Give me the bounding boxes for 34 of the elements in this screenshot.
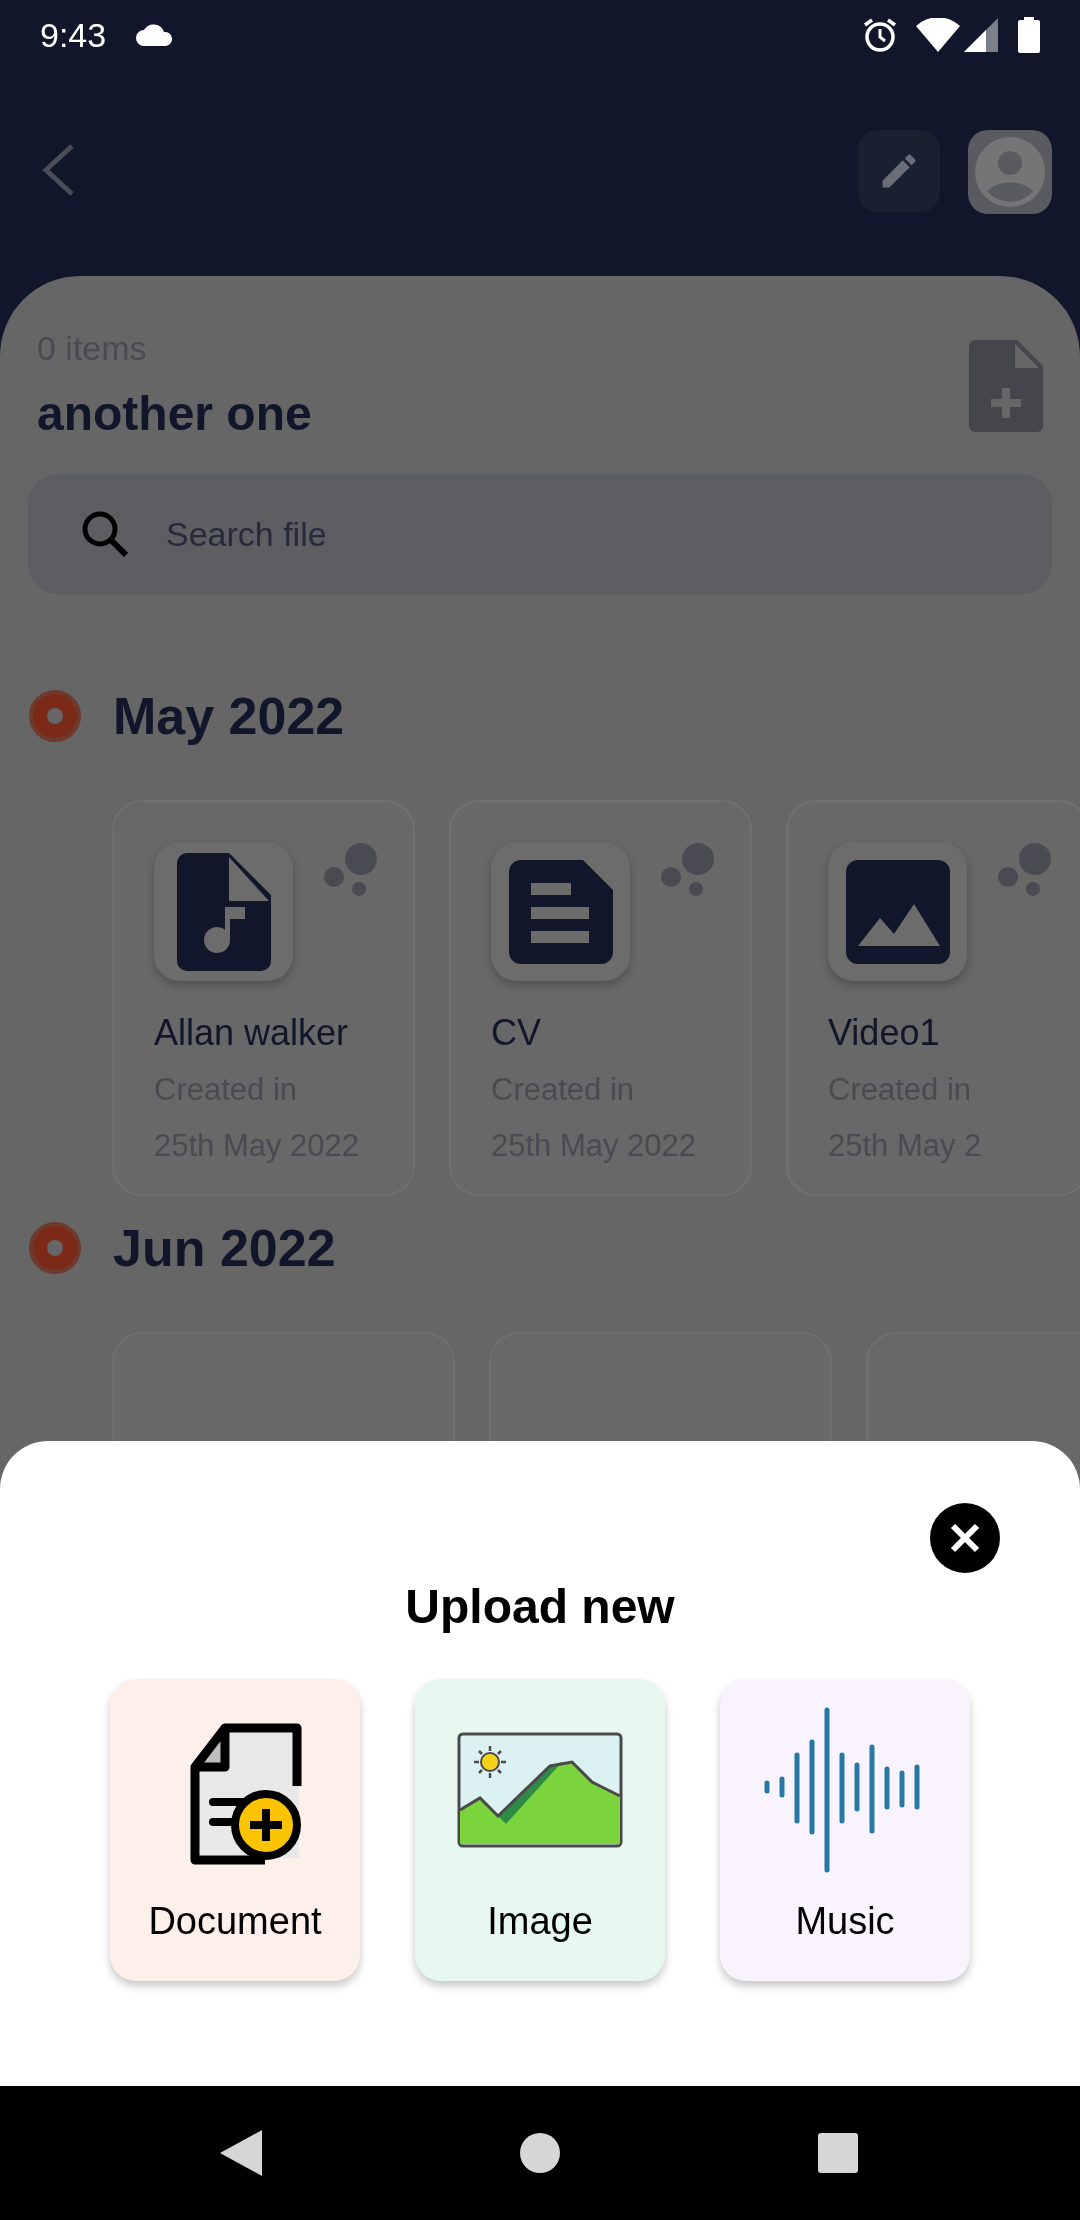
edit-button[interactable] bbox=[858, 130, 940, 212]
file-name: Allan walker bbox=[154, 1011, 350, 1055]
battery-icon bbox=[1018, 17, 1040, 53]
music-file-icon bbox=[176, 852, 271, 971]
upload-option-button[interactable]: Image bbox=[415, 1679, 665, 1981]
timeline-dot-icon bbox=[27, 1220, 83, 1276]
wifi-icon bbox=[916, 18, 960, 52]
month-heading: Jun 2022 bbox=[113, 1218, 336, 1279]
search-icon bbox=[80, 509, 130, 559]
more-dots-icon[interactable] bbox=[323, 842, 379, 898]
landscape-image-icon bbox=[457, 1732, 623, 1848]
more-dots-icon[interactable] bbox=[660, 842, 716, 898]
document-file-icon bbox=[508, 859, 613, 964]
back-nav-icon[interactable] bbox=[220, 2130, 262, 2176]
status-time: 9:43 bbox=[40, 14, 107, 56]
file-name: CV bbox=[491, 1011, 542, 1055]
file-name: Video1 bbox=[828, 1011, 941, 1055]
add-file-button[interactable] bbox=[969, 340, 1043, 432]
timeline-dot-icon bbox=[27, 688, 83, 744]
month-heading: May 2022 bbox=[113, 686, 345, 747]
profile-avatar-button[interactable] bbox=[968, 130, 1052, 214]
home-nav-icon[interactable] bbox=[520, 2133, 560, 2173]
cloud-icon bbox=[136, 24, 175, 46]
signal-icon bbox=[964, 18, 998, 52]
collection-title: another one bbox=[37, 386, 313, 442]
close-icon bbox=[950, 1523, 980, 1553]
upload-option-button[interactable]: Document bbox=[110, 1679, 360, 1981]
chevron-left-icon bbox=[40, 142, 76, 198]
image-file-icon bbox=[845, 859, 950, 964]
more-dots-icon[interactable] bbox=[997, 842, 1053, 898]
upload-option-button[interactable]: Music bbox=[720, 1679, 970, 1981]
search-field[interactable]: Search file bbox=[28, 474, 1052, 594]
alarm-icon bbox=[862, 17, 898, 53]
sheet-title: Upload new bbox=[405, 1579, 675, 1635]
